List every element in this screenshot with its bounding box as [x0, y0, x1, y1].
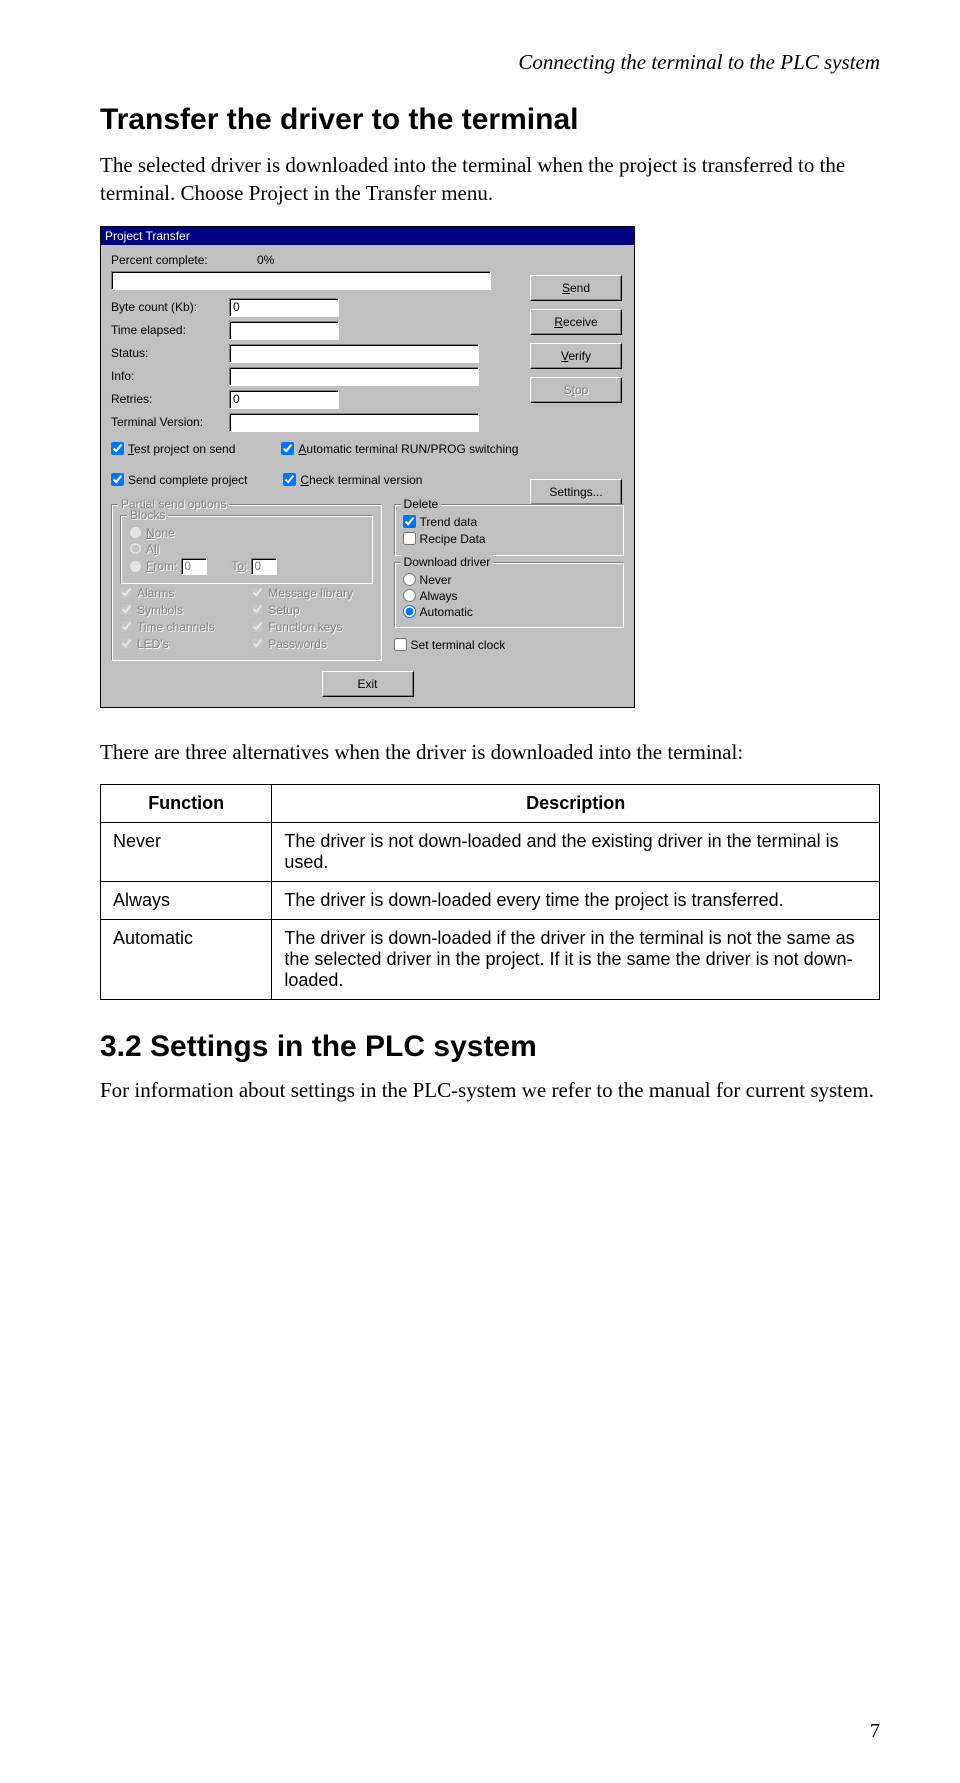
symbols-checkbox: Symbols	[120, 603, 241, 617]
termver-label: Terminal Version:	[111, 415, 229, 429]
download-driver-group: Download driver Never Always Automatic	[394, 562, 624, 628]
all-radio: All	[129, 542, 364, 556]
info-field[interactable]	[229, 367, 479, 386]
th-function: Function	[101, 785, 272, 823]
cell-description: The driver is down-loaded if the driver …	[272, 920, 880, 1000]
table-row: Always The driver is down-loaded every t…	[101, 882, 880, 920]
page-number: 7	[870, 1720, 880, 1743]
passwords-checkbox: Passwords	[251, 637, 372, 651]
check-version-checkbox[interactable]: Check terminal version	[283, 473, 422, 487]
subsection-title: 3.2 Settings in the PLC system	[100, 1030, 880, 1064]
table-row: Automatic The driver is down-loaded if t…	[101, 920, 880, 1000]
blocks-title: Blocks	[127, 508, 168, 522]
recipe-checkbox[interactable]: Recipe Data	[403, 532, 615, 546]
partial-send-group: Partial send options Blocks None All Fro…	[111, 504, 382, 661]
download-title: Download driver	[401, 555, 494, 569]
none-radio: None	[129, 526, 364, 540]
receive-button[interactable]: Receive	[530, 309, 622, 335]
cell-description: The driver is not down-loaded and the ex…	[272, 823, 880, 882]
automatic-radio[interactable]: Automatic	[403, 605, 615, 619]
send-complete-checkbox[interactable]: Send complete project	[111, 473, 247, 487]
dialog-titlebar: Project Transfer	[101, 227, 634, 245]
test-on-send-checkbox[interactable]: Test project on send	[111, 442, 235, 456]
outro-text: For information about settings in the PL…	[100, 1076, 880, 1104]
leds-checkbox: LED's	[120, 637, 241, 651]
termver-field[interactable]	[229, 413, 479, 432]
funkeys-checkbox: Function keys	[251, 620, 372, 634]
cell-description: The driver is down-loaded every time the…	[272, 882, 880, 920]
cell-function: Always	[101, 882, 272, 920]
bytecount-field[interactable]: 0	[229, 298, 339, 317]
progress-bar	[111, 271, 491, 290]
delete-title: Delete	[401, 497, 442, 511]
blocks-group: Blocks None All From: 0 To: 0	[120, 515, 373, 584]
stop-button[interactable]: Stop	[530, 377, 622, 403]
setup-checkbox: Setup	[251, 603, 372, 617]
never-radio[interactable]: Never	[403, 573, 615, 587]
intro-text: The selected driver is downloaded into t…	[100, 151, 880, 208]
retries-label: Retries:	[111, 392, 229, 406]
from-field: 0	[181, 558, 207, 575]
th-description: Description	[272, 785, 880, 823]
alternatives-table: Function Description Never The driver is…	[100, 784, 880, 1000]
auto-runprog-checkbox[interactable]: Automatic terminal RUN/PROG switching	[281, 442, 518, 456]
exit-button[interactable]: Exit	[322, 671, 414, 697]
cell-function: Automatic	[101, 920, 272, 1000]
cell-function: Never	[101, 823, 272, 882]
always-radio[interactable]: Always	[403, 589, 615, 603]
setclock-checkbox[interactable]: Set terminal clock	[394, 638, 624, 652]
msglib-checkbox: Message library	[251, 586, 372, 600]
send-button[interactable]: Send	[530, 275, 622, 301]
after-dialog-text: There are three alternatives when the dr…	[100, 738, 880, 766]
time-field[interactable]	[229, 321, 339, 340]
to-field: 0	[251, 558, 277, 575]
section-title: Transfer the driver to the terminal	[100, 103, 880, 137]
project-transfer-dialog: Project Transfer Percent complete: 0% By…	[100, 226, 635, 708]
table-row: Never The driver is not down-loaded and …	[101, 823, 880, 882]
settings-button[interactable]: Settings...	[530, 479, 622, 505]
percent-label: Percent complete:	[111, 253, 229, 267]
percent-value: 0%	[257, 253, 274, 267]
timechannels-checkbox: Time channels	[120, 620, 241, 634]
from-to-radio: From: 0 To: 0	[129, 558, 364, 575]
alarms-checkbox: Alarms	[120, 586, 241, 600]
delete-group: Delete Trend data Recipe Data	[394, 504, 624, 556]
verify-button[interactable]: Verify	[530, 343, 622, 369]
page-header: Connecting the terminal to the PLC syste…	[100, 50, 880, 75]
retries-field[interactable]: 0	[229, 390, 339, 409]
time-label: Time elapsed:	[111, 323, 229, 337]
status-field[interactable]	[229, 344, 479, 363]
bytecount-label: Byte count (Kb):	[111, 300, 229, 314]
info-label: Info:	[111, 369, 229, 383]
status-label: Status:	[111, 346, 229, 360]
trend-checkbox[interactable]: Trend data	[403, 515, 615, 529]
